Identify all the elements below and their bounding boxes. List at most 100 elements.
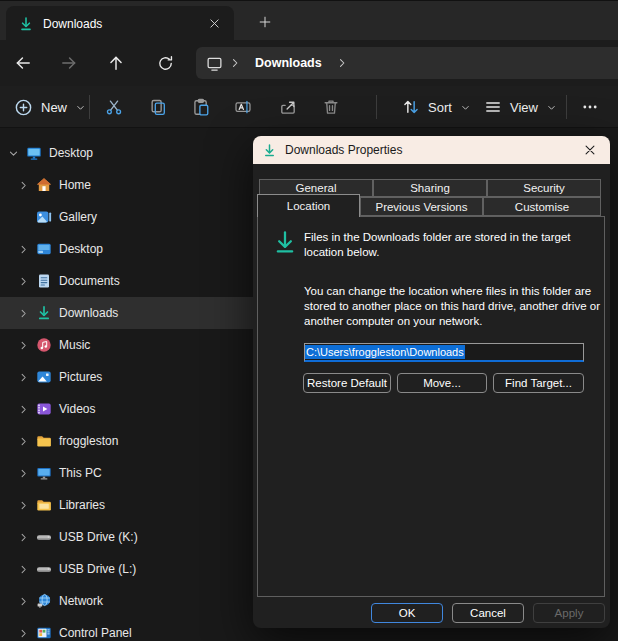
move-button[interactable]: Move... [397, 373, 487, 393]
up-button[interactable] [101, 48, 131, 78]
titlebar: Downloads [0, 0, 618, 40]
usb-drive-icon [36, 529, 52, 545]
sidebar-item-downloads[interactable]: Downloads [0, 297, 253, 329]
sidebar-item-control-panel[interactable]: Control Panel [0, 617, 253, 641]
sidebar-item-label: Libraries [59, 498, 105, 512]
sidebar-item-desktop[interactable]: Desktop [0, 233, 253, 265]
sidebar-item-label: USB Drive (L:) [59, 562, 136, 576]
address-bar[interactable]: Downloads [196, 47, 618, 79]
toolbar-separator [566, 95, 567, 119]
download-icon [272, 229, 298, 257]
sidebar-item-documents[interactable]: Documents [0, 265, 253, 297]
share-icon [279, 98, 297, 116]
sidebar-item-videos[interactable]: Videos [0, 393, 253, 425]
dialog-close-icon[interactable] [579, 139, 601, 161]
cancel-button[interactable]: Cancel [452, 603, 524, 623]
toolbar-separator [89, 95, 90, 119]
paste-button[interactable] [182, 90, 220, 124]
share-button[interactable] [269, 90, 307, 124]
chevron-right-icon[interactable] [16, 596, 30, 607]
home-icon [36, 177, 52, 193]
chevron-right-icon[interactable] [336, 57, 348, 69]
sidebar-item-music[interactable]: Music [0, 329, 253, 361]
sidebar-item-home[interactable]: Home [0, 169, 253, 201]
desktop-monitor-icon [26, 145, 42, 161]
chevron-right-icon[interactable] [16, 244, 30, 255]
folder-icon [36, 433, 52, 449]
sidebar-item-gallery[interactable]: Gallery [0, 201, 253, 233]
chevron-right-icon[interactable] [16, 276, 30, 287]
chevron-right-icon[interactable] [16, 500, 30, 511]
sidebar-item-label: This PC [59, 466, 102, 480]
sidebar-item-label: Desktop [59, 242, 103, 256]
refresh-button[interactable] [150, 48, 180, 78]
dialog-tab-customise[interactable]: Customise [483, 197, 601, 216]
chevron-right-icon[interactable] [16, 564, 30, 575]
description-text: You can change the location where files … [304, 284, 600, 329]
sidebar-item-label: Control Panel [59, 626, 132, 640]
sidebar-item-usb-drive-l-[interactable]: USB Drive (L:) [0, 553, 253, 585]
sidebar-item-froggleston[interactable]: froggleston [0, 425, 253, 457]
selected-path-text: C:\Users\froggleston\Downloads [305, 345, 465, 359]
pictures-icon [36, 369, 52, 385]
sidebar-item-label: Downloads [59, 306, 118, 320]
tab-close-icon[interactable] [202, 12, 226, 36]
sidebar-item-network[interactable]: Network [0, 585, 253, 617]
more-options-button[interactable] [571, 90, 609, 124]
back-button[interactable] [8, 48, 38, 78]
chevron-right-icon[interactable] [16, 180, 30, 191]
apply-button[interactable]: Apply [533, 603, 605, 623]
rename-button[interactable] [224, 90, 262, 124]
dialog-title: Downloads Properties [285, 143, 402, 157]
chevron-right-icon[interactable] [16, 532, 30, 543]
sidebar-item-label: Music [59, 338, 90, 352]
chevron-right-icon[interactable] [229, 57, 241, 69]
chevron-right-icon[interactable] [16, 468, 30, 479]
sidebar-item-label: Home [59, 178, 91, 192]
delete-button[interactable] [312, 90, 350, 124]
restore-default-button[interactable]: Restore Default [303, 373, 391, 393]
chevron-right-icon[interactable] [16, 308, 30, 319]
downloads-icon [36, 305, 52, 321]
new-tab-button[interactable] [252, 9, 278, 35]
dialog-tab-previous-versions[interactable]: Previous Versions [360, 197, 483, 216]
dialog-tab-location[interactable]: Location [257, 194, 360, 217]
rename-icon [234, 98, 252, 116]
copy-icon [149, 98, 167, 116]
dialog-tab-security[interactable]: Security [487, 179, 601, 197]
chevron-right-icon[interactable] [16, 628, 30, 639]
sidebar-item-usb-drive-k-[interactable]: USB Drive (K:) [0, 521, 253, 553]
chevron-right-icon[interactable] [16, 340, 30, 351]
sidebar-item-desktop[interactable]: Desktop [0, 137, 253, 169]
forward-button[interactable] [54, 48, 84, 78]
control-panel-icon [36, 625, 52, 641]
sidebar-item-libraries[interactable]: Libraries [0, 489, 253, 521]
ok-button[interactable]: OK [371, 603, 443, 623]
explorer-window: Downloads Downloads New SortView Desktop H… [0, 0, 618, 641]
sidebar-item-label: Desktop [49, 146, 93, 160]
new-button[interactable]: New [8, 90, 76, 124]
explorer-tab[interactable]: Downloads [6, 6, 234, 41]
music-icon [36, 337, 52, 353]
chevron-right-icon[interactable] [16, 404, 30, 415]
cut-button[interactable] [95, 90, 133, 124]
chevron-right-icon[interactable] [16, 436, 30, 447]
sidebar-item-pictures[interactable]: Pictures [0, 361, 253, 393]
chevron-down-icon[interactable] [6, 148, 20, 159]
breadcrumb-downloads[interactable]: Downloads [255, 56, 322, 70]
more-icon [581, 98, 599, 116]
navigation-pane: Desktop Home Gallery Desktop Documents Downlo… [0, 137, 253, 641]
find-target-button[interactable]: Find Target... [493, 373, 584, 393]
this-pc-icon [36, 465, 52, 481]
sort-icon [402, 98, 420, 116]
cut-icon [105, 98, 123, 116]
sidebar-item-this-pc[interactable]: This PC [0, 457, 253, 489]
copy-button[interactable] [139, 90, 177, 124]
documents-icon [36, 273, 52, 289]
view-icon [484, 98, 502, 116]
location-path-input[interactable]: C:\Users\froggleston\Downloads [304, 343, 584, 362]
dialog-tab-sharing[interactable]: Sharing [373, 179, 487, 197]
view-button[interactable]: View [478, 90, 562, 124]
chevron-right-icon[interactable] [16, 372, 30, 383]
sort-button[interactable]: Sort [396, 90, 476, 124]
